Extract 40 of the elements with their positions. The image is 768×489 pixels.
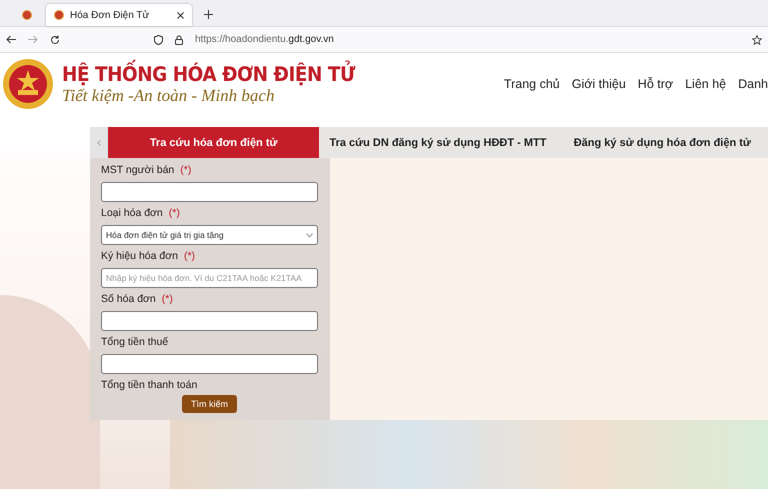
field-label: Ký hiệu hóa đơn: [101, 250, 178, 264]
input-field[interactable]: Nhập ký hiệu hóa đơn. Ví du C21TAA hoặc K21TAA: [101, 268, 318, 288]
url-text[interactable]: https://hoadondientu.gdt.gov.vn: [195, 34, 334, 45]
field-label: Loại hóa đơn: [101, 207, 163, 221]
emblem-icon: [2, 58, 54, 110]
field-label: Số hóa đơn: [101, 293, 156, 307]
back-arrow-icon[interactable]: [6, 35, 16, 44]
tab[interactable]: Tra cứu hóa đơn điện tử: [108, 127, 320, 158]
nav-link[interactable]: Liên hệ: [685, 77, 726, 91]
input-field[interactable]: [101, 311, 318, 331]
required-mark: (*): [168, 207, 180, 221]
lock-icon[interactable]: [175, 34, 183, 44]
favicon-icon: [22, 10, 32, 20]
field-label: Tổng tiền thanh toán: [101, 379, 198, 393]
input-field[interactable]: [101, 354, 318, 374]
reload-icon[interactable]: [50, 34, 60, 44]
nav-link[interactable]: Danh: [738, 77, 768, 91]
required-mark: (*): [180, 164, 192, 178]
input-field[interactable]: [101, 182, 318, 202]
tab[interactable]: Đăng ký sử dụng hóa đơn điện tử: [556, 127, 768, 158]
chevron-down-icon: [306, 232, 313, 238]
required-mark: (*): [184, 250, 196, 264]
nav-link[interactable]: Hỗ trợ: [638, 77, 674, 91]
slogan-text: Tiết kiệm -An toàn - Minh bạch: [62, 86, 276, 106]
chevron-left-icon: [96, 140, 101, 146]
nav-link[interactable]: Giới thiệu: [572, 77, 626, 91]
nav-link[interactable]: Trang chủ: [504, 77, 560, 91]
field-label: Tổng tiền thuế: [101, 336, 168, 350]
tab[interactable]: Tra cứu DN đăng ký sử dụng HĐĐT - MTT: [319, 127, 557, 158]
site-title: HỆ THỐNG HÓA ĐƠN ĐIỆN TỬ: [62, 62, 355, 86]
close-icon[interactable]: [177, 12, 184, 18]
search-button[interactable]: Tìm kiếm: [182, 395, 237, 413]
field-label: MST người bán: [101, 164, 174, 178]
dropdown[interactable]: Hóa đơn điện tử giá trị gia tăng: [101, 225, 318, 245]
required-mark: (*): [162, 293, 173, 307]
plus-icon[interactable]: [204, 10, 213, 19]
favicon-icon: [54, 10, 64, 20]
browser-tab[interactable]: Hóa Đơn Điện Tử: [46, 4, 192, 26]
star-icon[interactable]: [752, 34, 762, 44]
shield-icon[interactable]: [154, 34, 163, 44]
